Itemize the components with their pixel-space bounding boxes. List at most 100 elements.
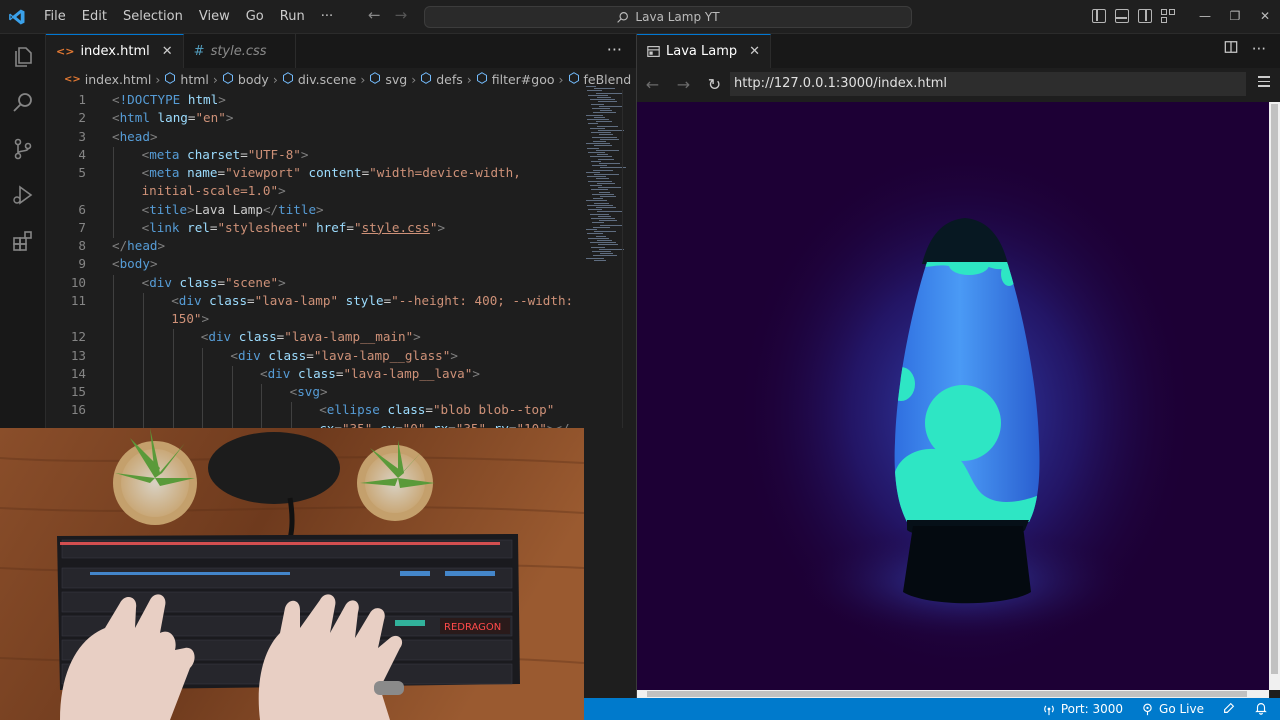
explorer-icon[interactable] [0,34,46,80]
breadcrumb-label: div.scene [297,71,357,87]
menu-item-go[interactable]: Go [238,0,272,34]
code-line[interactable]: </head> [112,238,165,253]
split-editor-icon[interactable] [1224,40,1238,58]
menu-item-edit[interactable]: Edit [74,0,115,34]
minimap-line [600,196,617,197]
minimap-line [587,233,604,235]
tab-lava-lamp[interactable]: Lava Lamp ✕ [637,34,772,68]
code-line[interactable]: cx="35" cy="0" rx="35" ry="10"></ [319,421,569,429]
code-line[interactable]: <div class="lava-lamp__lava"> [260,366,480,381]
breadcrumb-item[interactable]: <> index.html [64,72,151,87]
browser-preview-icon [647,46,660,57]
minimap-line [596,125,618,127]
forward-arrow-icon[interactable]: → [395,6,408,24]
tab-style-css[interactable]: # style.css [184,34,296,68]
minimap-line [588,180,613,182]
code-line[interactable]: <!DOCTYPE html> [112,92,226,107]
indent-guide [113,365,115,384]
browser-tab-actions: ··· [1224,40,1266,58]
indent-guide [113,347,115,366]
keyboard-brand-logo: REDRAGON [444,622,501,633]
minimap-line [588,94,609,96]
url-input[interactable]: http://127.0.0.1:3000/index.html [730,72,1246,96]
toggle-panel-icon[interactable] [1115,9,1129,23]
menu-item-run[interactable]: Run [272,0,313,34]
code-line[interactable]: 150"> [171,311,209,326]
line-number: 4 [78,146,86,162]
feedback-icon[interactable] [1222,701,1236,718]
code-line[interactable]: <svg> [290,384,328,399]
minimize-icon[interactable]: — [1190,0,1220,32]
code-line[interactable]: <meta name="viewport" content="width=dev… [142,165,521,180]
minimap-line [599,191,611,193]
go-live-status[interactable]: Go Live [1141,702,1204,716]
breadcrumb-item[interactable]: div.scene [282,71,357,87]
code-line[interactable]: <div class="lava-lamp__glass"> [230,348,458,363]
more-actions-icon[interactable]: ··· [607,40,622,59]
indent-guide [143,402,145,421]
broadcast-icon [1043,705,1054,716]
menu-item-more[interactable]: ··· [313,0,341,34]
back-icon[interactable]: ← [637,75,668,94]
indent-guide [143,329,145,348]
close-tab-icon[interactable]: ✕ [162,44,173,59]
code-line[interactable]: <div class="lava-lamp" style="--height: … [171,293,573,308]
code-line[interactable]: <div class="lava-lamp__main"> [201,329,421,344]
code-line[interactable]: <div class="scene"> [142,275,286,290]
code-editor[interactable]: 1 <!DOCTYPE html> 2 <html lang="en"> 3 <head>… [46,90,586,428]
browser-menu-icon[interactable] [1258,76,1270,87]
restore-icon[interactable]: ❐ [1220,0,1250,32]
minimap-line [592,222,604,224]
toggle-secondary-sidebar-icon[interactable] [1138,9,1152,23]
breadcrumb-item[interactable]: body [222,72,269,87]
breadcrumb-label: html [180,71,209,87]
indent-guide [231,384,233,403]
indent-guide [113,219,115,238]
indent-guide [113,183,115,202]
reload-icon[interactable]: ↻ [699,75,730,94]
breadcrumb-item[interactable]: feBlend [568,72,631,87]
minimap-line [598,101,617,103]
minimap-line [599,248,625,250]
breadcrumb-item[interactable]: defs [420,72,463,87]
close-tab-icon[interactable]: ✕ [749,44,760,59]
minimap[interactable] [578,86,627,266]
code-line[interactable]: initial-scale=1.0"> [142,183,286,198]
more-actions-icon[interactable]: ··· [1252,40,1266,58]
browser-vertical-scrollbar[interactable] [1269,102,1280,690]
browser-viewport[interactable] [637,102,1269,690]
close-window-icon[interactable]: ✕ [1250,0,1280,32]
code-line[interactable]: <head> [112,129,158,144]
webcam-desk-image: REDRAGON [0,428,584,720]
back-arrow-icon[interactable]: ← [368,6,381,24]
menu-item-selection[interactable]: Selection [115,0,191,34]
breadcrumb-item[interactable]: html [164,71,209,87]
code-line[interactable]: <title>Lava Lamp</title> [142,202,324,217]
breadcrumb-item[interactable]: svg [369,72,407,87]
forward-icon[interactable]: → [668,75,699,94]
customize-layout-icon[interactable] [1161,9,1175,23]
browser-horizontal-scrollbar[interactable] [637,690,1269,698]
breadcrumb-chevron-icon: › [212,71,218,87]
run-debug-icon[interactable] [0,172,46,218]
code-line[interactable]: <meta charset="UTF-8"> [142,147,309,162]
toggle-primary-sidebar-icon[interactable] [1092,9,1106,23]
search-view-icon[interactable] [0,80,46,126]
code-line[interactable]: <html lang="en"> [112,110,233,125]
command-center[interactable]: Lava Lamp YT [424,6,912,28]
notifications-bell-icon[interactable] [1254,701,1268,718]
minimap-line [595,121,612,123]
editor-scrollbar[interactable] [622,90,636,428]
port-status[interactable]: Port: 3000 [1042,702,1123,716]
menu-item-view[interactable]: View [191,0,238,34]
tab-index-html[interactable]: <> index.html ✕ [46,34,184,68]
menu-item-file[interactable]: File [36,0,74,34]
code-line[interactable]: <body> [112,256,158,271]
code-line[interactable]: <ellipse class="blob blob--top" [319,402,554,417]
minimap-line [590,246,605,248]
code-line[interactable]: <link rel="stylesheet" href="style.css"> [142,220,445,235]
source-control-icon[interactable] [0,126,46,172]
breadcrumb-item[interactable]: filter#goo [476,72,555,87]
extensions-icon[interactable] [0,218,46,264]
line-number: 7 [78,219,86,235]
